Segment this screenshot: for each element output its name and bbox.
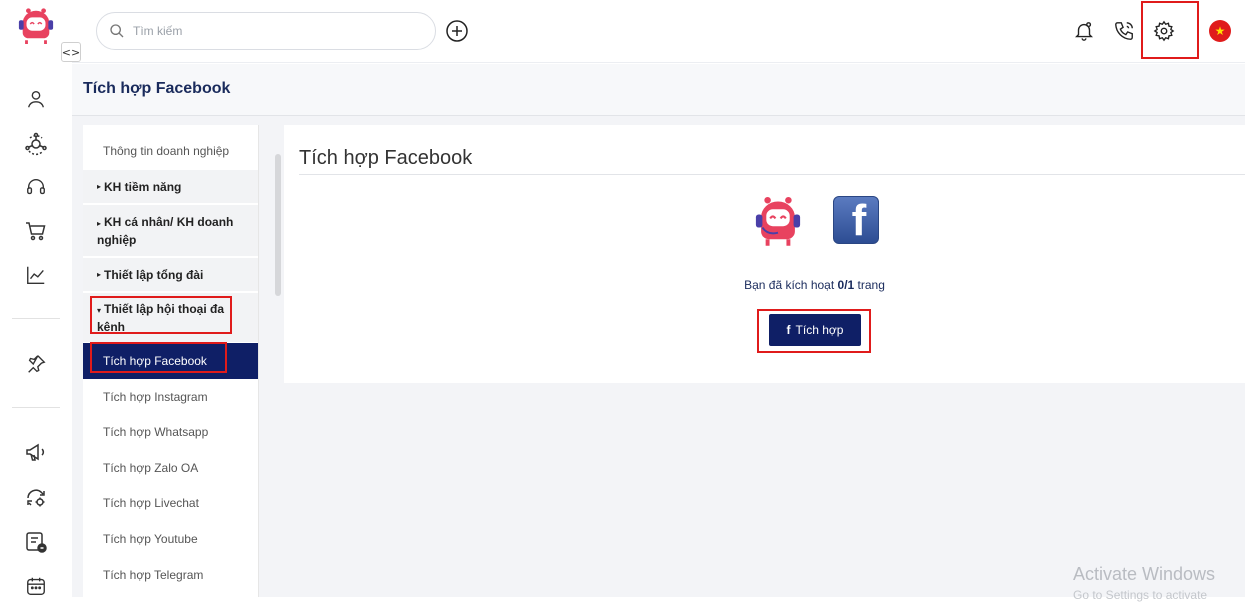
brand-mascot-logo bbox=[755, 196, 801, 246]
crm-network-icon[interactable] bbox=[22, 130, 50, 158]
status-count: 0/1 bbox=[837, 278, 855, 292]
status-prefix: Bạn đã kích hoạt bbox=[744, 278, 838, 292]
menu-item-instagram-integration[interactable]: Tích hợp Instagram bbox=[83, 379, 258, 415]
page-title: Tích hợp Facebook bbox=[83, 80, 231, 97]
language-flag-icon[interactable]: ★ bbox=[1209, 20, 1231, 42]
headset-icon[interactable] bbox=[22, 173, 50, 201]
collapse-toggle-button[interactable]: <> bbox=[61, 42, 81, 62]
activate-windows-watermark: Activate Windows bbox=[1073, 564, 1216, 584]
caret-down-icon: ▾ bbox=[97, 305, 102, 315]
menu-item-label: Tích hợp Facebook bbox=[103, 354, 207, 368]
sync-settings-icon[interactable] bbox=[22, 484, 50, 512]
menu-item-label: Thông tin doanh nghiệp bbox=[103, 144, 230, 158]
brand-logo[interactable] bbox=[17, 6, 55, 44]
activate-windows-subtext: Go to Settings to activate bbox=[1073, 588, 1208, 602]
menu-group-label: KH cá nhân/ KH doanh nghiệp bbox=[97, 214, 234, 247]
menu-item-zalo-integration[interactable]: Tích hợp Zalo OA bbox=[83, 450, 258, 486]
menu-scrollbar-thumb[interactable] bbox=[275, 154, 281, 296]
cart-icon[interactable] bbox=[22, 217, 50, 245]
add-circle-icon[interactable] bbox=[445, 19, 469, 43]
card-divider bbox=[299, 174, 1245, 175]
menu-item-label: Tích hợp Whatsapp bbox=[103, 425, 209, 439]
calendar-icon[interactable] bbox=[22, 572, 50, 600]
menu-group-label: Thiết lập tổng đài bbox=[104, 267, 204, 282]
menu-item-label: Tích hợp Zalo OA bbox=[103, 461, 199, 475]
menu-item-facebook-integration[interactable]: Tích hợp Facebook bbox=[83, 343, 258, 379]
facebook-logo-letter: f bbox=[851, 196, 867, 244]
menu-item-livechat-integration[interactable]: Tích hợp Livechat bbox=[83, 485, 258, 521]
status-suffix: trang bbox=[854, 278, 885, 292]
pin-icon[interactable] bbox=[22, 350, 50, 378]
menu-group-customers[interactable]: ▸ KH cá nhân/ KH doanh nghiệp bbox=[83, 204, 258, 256]
menu-item-business-info[interactable]: Thông tin doanh nghiệp bbox=[83, 137, 258, 165]
facebook-integration-card: Tích hợp Facebook f Bạn đã kích hoạt 0/1… bbox=[284, 125, 1245, 383]
caret-right-icon: ▸ bbox=[97, 181, 102, 191]
megaphone-icon[interactable] bbox=[22, 438, 50, 466]
page-header: Tích hợp Facebook bbox=[72, 64, 1245, 116]
phone-call-icon[interactable] bbox=[1112, 19, 1136, 43]
menu-item-label: Tích hợp Livechat bbox=[103, 496, 199, 510]
menu-group-label: KH tiềm năng bbox=[104, 179, 182, 194]
rail-divider bbox=[12, 318, 60, 319]
analytics-icon[interactable] bbox=[22, 261, 50, 289]
main-area: Tích hợp Facebook Thông tin doanh nghiệp… bbox=[72, 64, 1245, 602]
menu-item-youtube-integration[interactable]: Tích hợp Youtube bbox=[83, 521, 258, 557]
card-title: Tích hợp Facebook bbox=[299, 147, 473, 169]
menu-group-leads[interactable]: ▸ KH tiềm năng bbox=[83, 169, 258, 203]
menu-item-telegram-integration[interactable]: Tích hợp Telegram bbox=[83, 557, 258, 593]
search-box[interactable] bbox=[96, 12, 436, 50]
caret-right-icon: ▸ bbox=[97, 269, 102, 279]
menu-group-label: Thiết lập hội thoại đa kênh bbox=[97, 301, 225, 334]
rail-divider bbox=[12, 407, 60, 408]
settings-highlight-box bbox=[1141, 1, 1199, 59]
user-icon[interactable] bbox=[22, 85, 50, 113]
facebook-logo-icon: f bbox=[833, 196, 879, 244]
caret-right-icon: ▸ bbox=[97, 218, 102, 228]
settings-menu: Thông tin doanh nghiệp ▸ KH tiềm năng ▸ K… bbox=[83, 125, 259, 597]
menu-item-label: Tích hợp Youtube bbox=[103, 532, 198, 546]
top-bar: ★ bbox=[72, 0, 1245, 63]
menu-group-omnichannel[interactable]: ▾ Thiết lập hội thoại đa kênh bbox=[83, 292, 258, 342]
activation-status: Bạn đã kích hoạt 0/1 trang bbox=[284, 278, 1245, 292]
notification-bell-icon[interactable] bbox=[1072, 19, 1096, 43]
menu-item-label: Tích hợp Instagram bbox=[103, 390, 208, 404]
menu-group-switchboard[interactable]: ▸ Thiết lập tổng đài bbox=[83, 257, 258, 291]
menu-item-label: Tích hợp Telegram bbox=[103, 568, 204, 582]
search-icon bbox=[110, 24, 124, 38]
ticket-icon[interactable] bbox=[22, 528, 50, 556]
integrate-button-label: Tích hợp bbox=[795, 323, 844, 337]
search-input[interactable] bbox=[133, 24, 413, 38]
left-rail bbox=[0, 0, 72, 597]
facebook-f-icon: f bbox=[786, 323, 791, 337]
integrate-button[interactable]: f Tích hợp bbox=[769, 314, 861, 346]
menu-item-whatsapp-integration[interactable]: Tích hợp Whatsapp bbox=[83, 414, 258, 450]
